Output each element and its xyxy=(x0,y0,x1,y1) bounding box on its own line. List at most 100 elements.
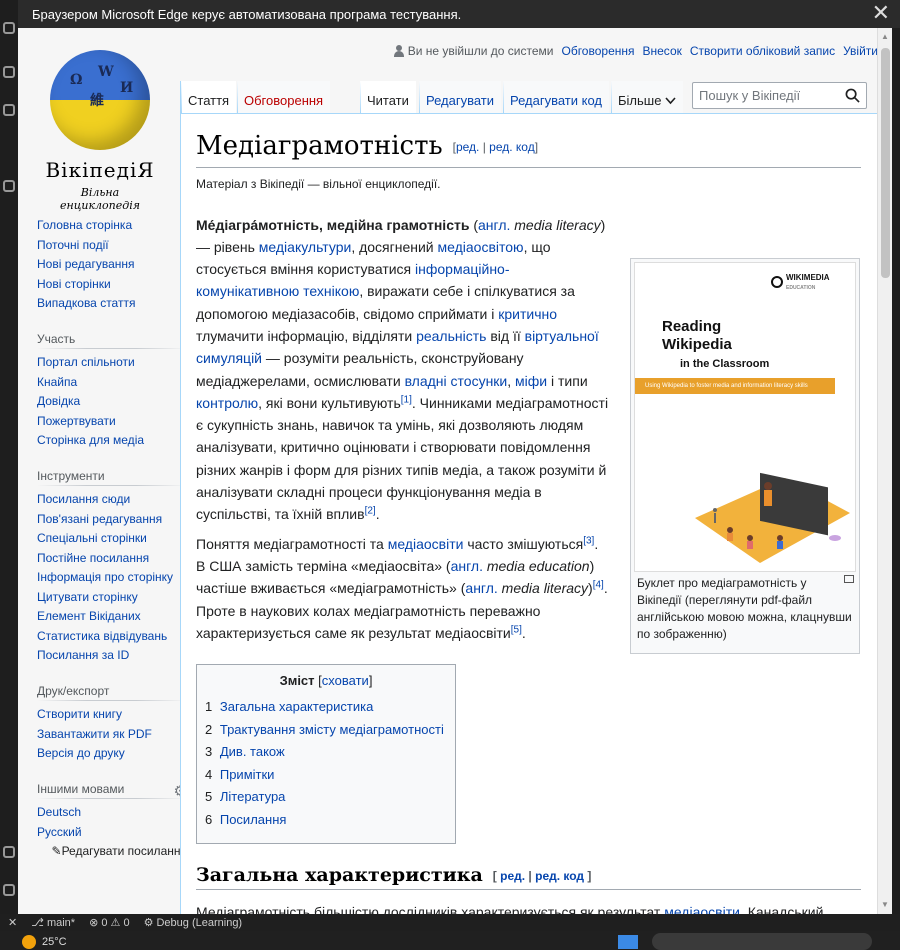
toc-link[interactable]: Загальна характеристика xyxy=(220,699,373,714)
toc-item[interactable]: 2 Трактування змісту медіаграмотності xyxy=(205,719,447,742)
inline-link[interactable]: владні стосунки xyxy=(405,373,508,389)
close-icon[interactable]: ✕ xyxy=(872,2,890,24)
search-icon[interactable] xyxy=(845,88,860,103)
sidebar-item-page-info[interactable]: Інформація про сторінку xyxy=(37,570,173,584)
settings-icon[interactable] xyxy=(3,884,15,896)
sidebar-item-main-page[interactable]: Головна сторінка xyxy=(37,218,132,232)
toc-item[interactable]: 6 Посилання xyxy=(205,809,447,832)
sidebar-item-printable[interactable]: Версія до друку xyxy=(37,746,125,760)
weather-widget[interactable]: 25°C xyxy=(22,935,67,949)
sidebar-item[interactable]: Нові редагування xyxy=(37,257,187,271)
toc-item[interactable]: 5 Література xyxy=(205,786,447,809)
sidebar-item-related-changes[interactable]: Пов'язані редагування xyxy=(37,512,162,526)
sidebar-item[interactable]: Головна сторінка xyxy=(37,218,187,232)
inline-link[interactable]: міфи xyxy=(515,373,547,389)
toc-item[interactable]: 4 Примітки xyxy=(205,764,447,787)
tab-edit-source[interactable]: Редагувати код xyxy=(503,81,609,113)
sidebar-item-links-by-id[interactable]: Посилання за ID xyxy=(37,648,129,662)
sidebar-item[interactable]: Нові сторінки xyxy=(37,277,187,291)
text: media literacy xyxy=(510,216,601,233)
sidebar-item-donate[interactable]: Пожертвувати xyxy=(37,414,116,428)
problems-indicator[interactable]: ⊗ 0 ⚠ 0 xyxy=(89,916,129,929)
inline-link[interactable]: медіаосвіти xyxy=(388,536,464,552)
sidebar-item-special-pages[interactable]: Спеціальні сторінки xyxy=(37,531,147,545)
sidebar-item[interactable]: Поточні події xyxy=(37,238,187,252)
magnify-icon[interactable] xyxy=(844,575,854,583)
sidebar-item-download-pdf[interactable]: Завантажити як PDF xyxy=(37,727,152,741)
personal-talk-link[interactable]: Обговорення xyxy=(561,44,634,58)
sidebar-item-current-events[interactable]: Поточні події xyxy=(37,238,109,252)
inline-link[interactable]: контролю xyxy=(196,395,258,411)
toc-link[interactable]: Примітки xyxy=(220,767,275,782)
sidebar-item-wikidata[interactable]: Елемент Вікіданих xyxy=(37,609,141,623)
branch-indicator[interactable]: ⎇ main* xyxy=(31,916,75,929)
toc-link[interactable]: Література xyxy=(220,789,286,804)
accounts-icon[interactable] xyxy=(3,846,15,858)
sidebar-item-cite[interactable]: Цитувати сторінку xyxy=(37,590,138,604)
tab-more[interactable]: Більше xyxy=(611,81,684,113)
create-account-link[interactable]: Створити обліковий запис xyxy=(690,44,835,58)
inline-link[interactable]: критично xyxy=(498,306,557,322)
edit-source-link[interactable]: ред. код xyxy=(489,140,535,154)
toc-toggle[interactable]: сховати xyxy=(322,673,369,688)
sidebar-item-create-book[interactable]: Створити книгу xyxy=(37,707,122,721)
account-icon[interactable] xyxy=(3,180,15,192)
paragraph: Ме́діагра́мотність, медійна грамотність … xyxy=(196,214,611,526)
toc-link[interactable]: Трактування змісту медіаграмотності xyxy=(220,722,444,737)
sidebar-item-lang-de[interactable]: Deutsch xyxy=(37,805,81,819)
toc-item[interactable]: 3 Див. також xyxy=(205,741,447,764)
debug-indicator[interactable]: ⚙ Debug (Learning) xyxy=(144,916,243,929)
booklet-cover-image[interactable]: WIKIMEDIA EDUCATION Reading Wikipedia in th… xyxy=(634,262,856,572)
sidebar-item-what-links-here[interactable]: Посилання сюди xyxy=(37,492,130,506)
tab-article[interactable]: Стаття xyxy=(180,81,237,113)
toc-item[interactable]: 1 Загальна характеристика xyxy=(205,696,447,719)
edit-link[interactable]: ред. xyxy=(500,869,525,883)
vertical-scrollbar[interactable]: ▲ ▼ xyxy=(877,28,892,914)
debug-icon[interactable] xyxy=(3,66,15,78)
inline-link[interactable]: медіаосвіти xyxy=(664,904,740,914)
windows-start-icon[interactable] xyxy=(618,935,638,949)
sidebar-item-lang-ru[interactable]: Русский xyxy=(37,825,82,839)
toc-link[interactable]: Див. також xyxy=(220,744,285,759)
reference-link[interactable]: [1] xyxy=(401,394,412,405)
temperature: 25°C xyxy=(42,936,67,948)
tab-edit[interactable]: Редагувати xyxy=(419,81,502,113)
inline-link[interactable]: англ. xyxy=(465,580,497,596)
sidebar-item-media-page[interactable]: Сторінка для медіа xyxy=(37,433,144,447)
inline-link[interactable]: медіаосвітою xyxy=(438,239,524,255)
reference-link[interactable]: [3] xyxy=(583,535,594,546)
edit-link[interactable]: ред. xyxy=(456,140,479,154)
toc-link[interactable]: Посилання xyxy=(220,812,287,827)
sidebar-item-permanent-link[interactable]: Постійне посилання xyxy=(37,551,149,565)
edit-source-link[interactable]: ред. код xyxy=(535,869,584,883)
inline-link[interactable]: англ. xyxy=(478,217,510,233)
inline-link[interactable]: реальність xyxy=(416,328,486,344)
sidebar-item-help[interactable]: Довідка xyxy=(37,394,80,408)
extensions-icon[interactable] xyxy=(3,104,15,116)
inline-link[interactable]: медіакультури xyxy=(259,239,352,255)
sidebar-item-community-portal[interactable]: Портал спільноти xyxy=(37,355,135,369)
sidebar-item-new-pages[interactable]: Нові сторінки xyxy=(37,277,111,291)
edit-interlanguage-links[interactable]: ✎Редагувати посилання xyxy=(37,844,188,858)
sidebar-item-page-stats[interactable]: Статистика відвідувань xyxy=(37,629,167,643)
remote-icon[interactable]: ✕ xyxy=(8,916,17,929)
reference-link[interactable]: [2] xyxy=(365,506,376,517)
reference-link[interactable]: [4] xyxy=(593,580,604,591)
inline-link[interactable]: англ. xyxy=(451,558,483,574)
taskbar-search[interactable] xyxy=(652,933,872,950)
search-input[interactable]: Пошук у Вікіпедії xyxy=(692,82,867,109)
sidebar-item-random[interactable]: Випадкова стаття xyxy=(37,296,135,310)
scroll-up-icon[interactable]: ▲ xyxy=(881,32,889,41)
source-control-icon[interactable] xyxy=(3,22,15,34)
scrollbar-thumb[interactable] xyxy=(881,48,890,278)
sidebar-item-recent-changes[interactable]: Нові редагування xyxy=(37,257,135,271)
tab-talk[interactable]: Обговорення xyxy=(237,81,331,113)
wikipedia-logo[interactable]: Ω W И 維 ВікіпедіЯ Вільна енциклопедія xyxy=(40,48,160,212)
tab-read[interactable]: Читати xyxy=(360,81,416,113)
reference-link[interactable]: [5] xyxy=(511,624,522,635)
personal-contributions-link[interactable]: Внесок xyxy=(643,44,682,58)
sidebar-item-village-pump[interactable]: Кнайпа xyxy=(37,375,77,389)
scroll-down-icon[interactable]: ▼ xyxy=(881,900,889,909)
login-link[interactable]: Увійти xyxy=(843,44,877,58)
sidebar-item[interactable]: Випадкова стаття xyxy=(37,296,187,310)
